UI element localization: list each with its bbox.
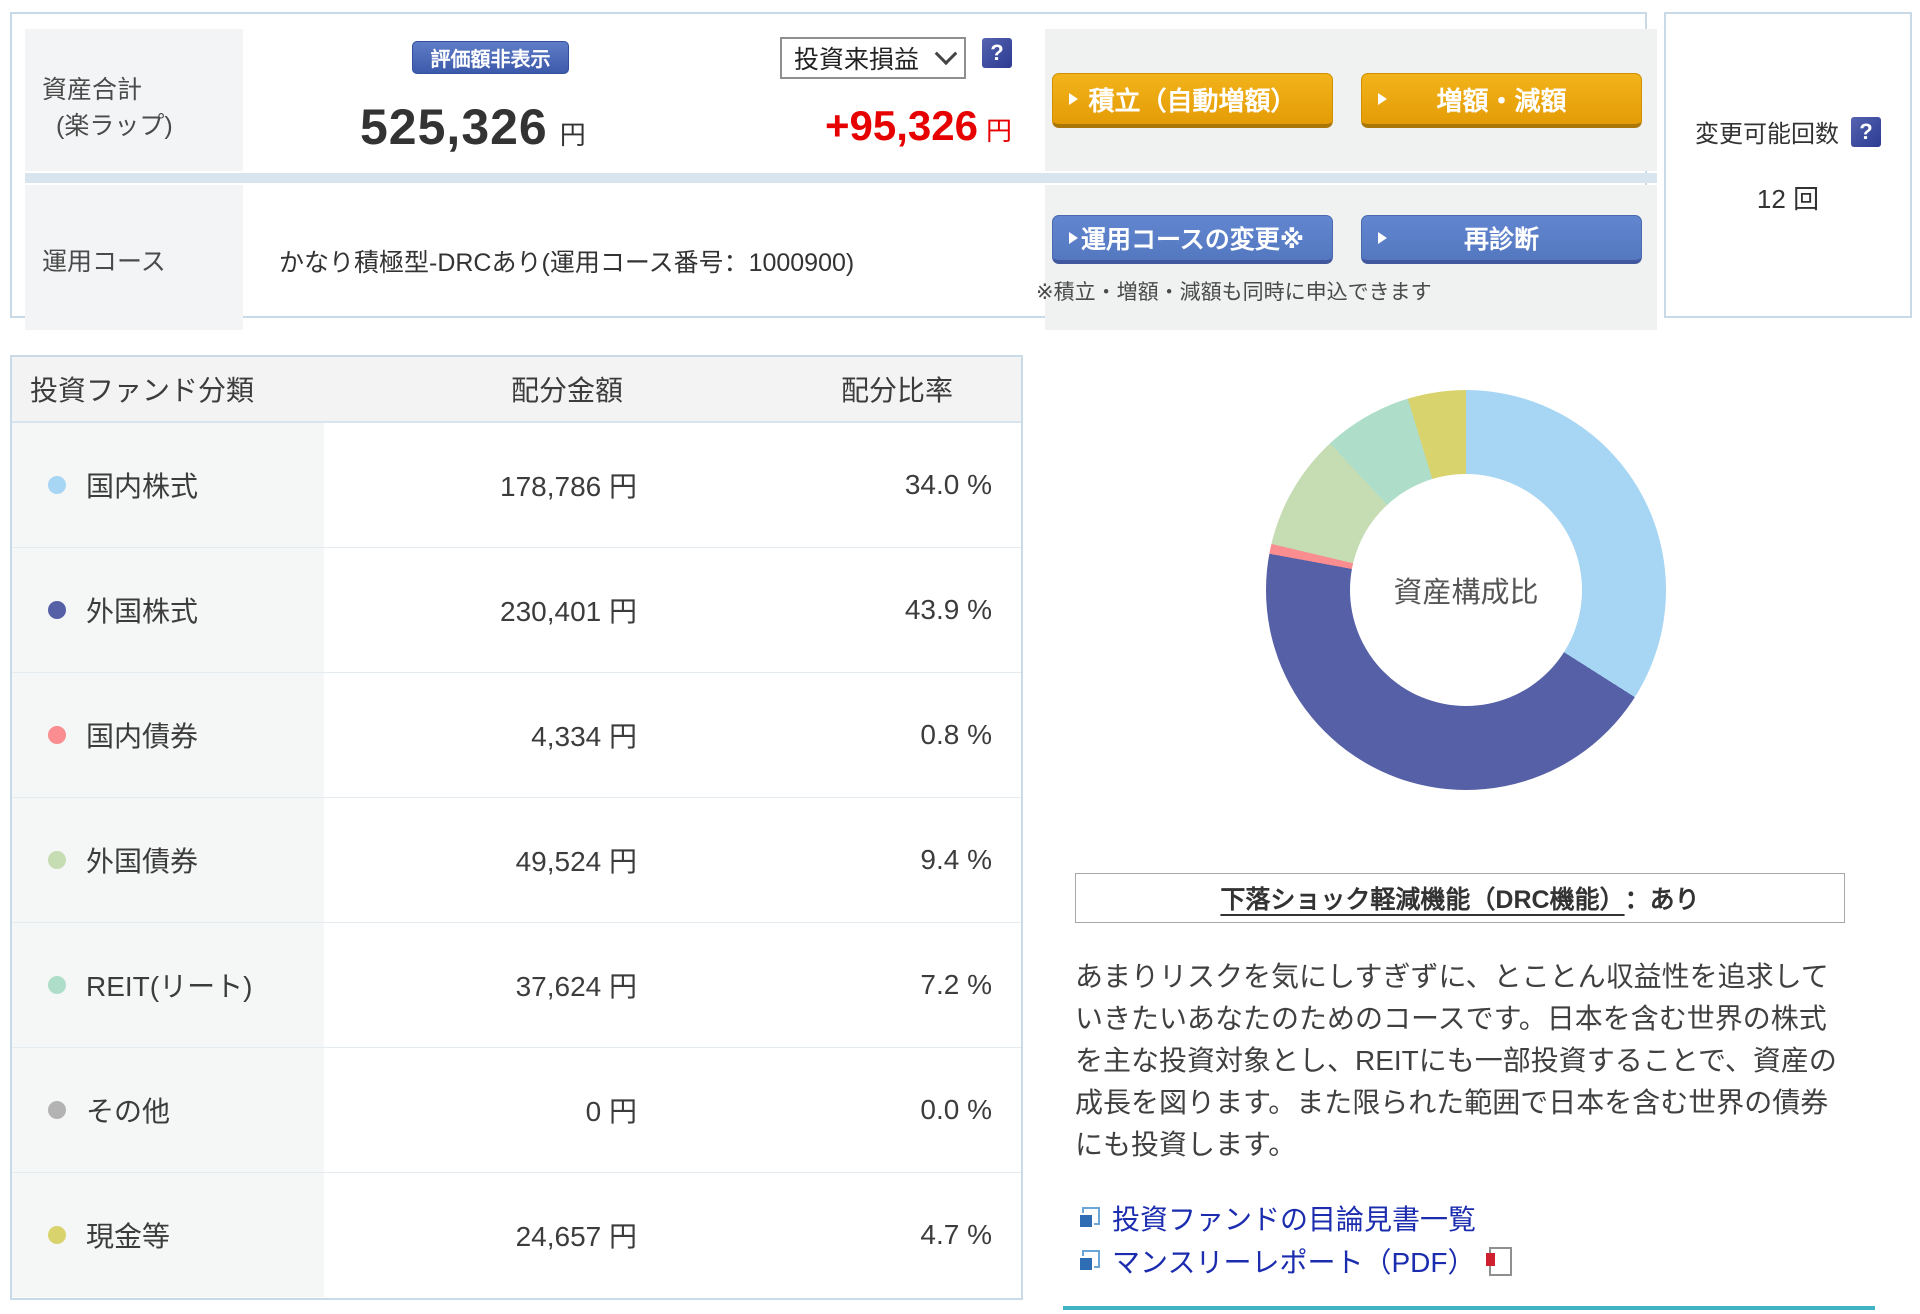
profit-loss: +95,326 円 (772, 102, 1012, 150)
play-arrow-icon (1069, 232, 1078, 244)
row-label: 外国債券 (86, 798, 198, 922)
course-value: かなり積極型-DRCあり(運用コース番号：1000900) (279, 243, 854, 279)
apply-note: ※積立・増額・減額も同時に申込できます (1036, 276, 1432, 306)
asset-total-value: 525,326 (360, 99, 548, 155)
row-ratio: 9.4 % (752, 798, 992, 922)
row-amount: 230,401 円 (352, 548, 637, 672)
asset-total-label-line2: (楽ラップ) (56, 108, 173, 144)
external-link-icon (1078, 1250, 1100, 1272)
play-arrow-icon (1069, 93, 1078, 105)
row-amount: 0 円 (352, 1048, 637, 1172)
drc-title: 下落ショック軽減機能（DRC機能） (1220, 880, 1624, 916)
legend-dot-icon (48, 1101, 66, 1119)
legend-dot-icon (48, 726, 66, 744)
row-amount: 4,334 円 (352, 673, 637, 797)
row-ratio: 7.2 % (752, 923, 992, 1047)
row-label: 現金等 (86, 1173, 170, 1297)
row-amount: 49,524 円 (352, 798, 637, 922)
drc-status: ：あり (1625, 880, 1700, 916)
row-ratio: 4.7 % (752, 1173, 992, 1297)
profit-loss-unit: 円 (986, 116, 1012, 146)
summary-panel: 資産合計 (楽ラップ) 評価額非表示 525,326 円 投資来損益 ? +95,… (10, 12, 1647, 318)
external-link-icon (1078, 1207, 1100, 1229)
pdf-icon[interactable] (1489, 1247, 1512, 1276)
allocation-table-header: 投資ファンド分類 配分金額 配分比率 (12, 357, 1021, 423)
row-ratio: 43.9 % (752, 548, 992, 672)
row-label: 国内債券 (86, 673, 198, 797)
donut-center-label: 資産構成比 (1393, 569, 1538, 611)
asset-donut-hole: 資産構成比 (1350, 474, 1582, 706)
course-label: 運用コース (42, 242, 166, 278)
asset-total-unit: 円 (560, 120, 586, 150)
row-amount: 37,624 円 (352, 923, 637, 1047)
rakuwrap-asset-page: 資産合計 (楽ラップ) 評価額非表示 525,326 円 投資来損益 ? +95,… (0, 0, 1920, 1314)
table-row: REIT(リート) 37,624 円 7.2 % (12, 923, 1021, 1048)
change-course-button[interactable]: 運用コースの変更※ (1052, 215, 1333, 264)
table-row: その他 0 円 0.0 % (12, 1048, 1021, 1173)
prospectus-link[interactable]: 投資ファンドの目論見書一覧 (1112, 1198, 1476, 1238)
header-amount: 配分金額 (442, 357, 692, 421)
monthly-report-link-row: マンスリーレポート（PDF） (1078, 1241, 1512, 1281)
legend-dot-icon (48, 1226, 66, 1244)
table-row: 外国株式 230,401 円 43.9 % (12, 548, 1021, 673)
profit-help-icon[interactable]: ? (982, 38, 1012, 68)
increase-decrease-button[interactable]: 増額・減額 (1361, 73, 1642, 128)
chevron-down-icon (935, 42, 958, 65)
change-count-value: 12 回 (1757, 179, 1819, 216)
row-ratio: 34.0 % (752, 423, 992, 547)
play-arrow-icon (1378, 93, 1387, 105)
table-row: 外国債券 49,524 円 9.4 % (12, 798, 1021, 923)
row-label: 外国株式 (86, 548, 198, 672)
section-divider (1063, 1306, 1875, 1310)
row-ratio: 0.8 % (752, 673, 992, 797)
asset-total: 525,326 円 (360, 98, 586, 156)
prospectus-link-row: 投資ファンドの目論見書一覧 (1078, 1198, 1476, 1238)
hide-valuation-button[interactable]: 評価額非表示 (412, 41, 569, 74)
table-row: 国内債券 4,334 円 0.8 % (12, 673, 1021, 798)
course-description: あまりリスクを気にしすぎずに、とことん収益性を追求して いきたいあなたのためのコ… (1075, 956, 1875, 1166)
asset-total-label: 資産合計 (楽ラップ) (42, 72, 173, 144)
profit-period-select[interactable]: 投資来損益 (780, 37, 966, 79)
tsumitate-button-label: 積立（自動増額） (1088, 81, 1296, 118)
legend-dot-icon (48, 851, 66, 869)
row-amount: 178,786 円 (352, 423, 637, 547)
asset-donut: 資産構成比 (1266, 390, 1666, 790)
row-separator (25, 173, 1657, 183)
legend-dot-icon (48, 976, 66, 994)
row-label: その他 (86, 1048, 170, 1172)
table-row: 現金等 24,657 円 4.7 % (12, 1173, 1021, 1297)
header-fund-class: 投資ファンド分類 (30, 357, 254, 421)
change-course-button-label: 運用コースの変更※ (1081, 220, 1304, 256)
legend-dot-icon (48, 601, 66, 619)
change-count-help-icon[interactable]: ? (1851, 117, 1881, 147)
change-count-box: 変更可能回数 ? 12 回 (1664, 12, 1912, 318)
legend-dot-icon (48, 476, 66, 494)
row-ratio: 0.0 % (752, 1048, 992, 1172)
drc-feature-box: 下落ショック軽減機能（DRC機能）：あり (1075, 873, 1845, 923)
row-label: REIT(リート) (86, 923, 252, 1047)
asset-total-label-line1: 資産合計 (42, 72, 173, 108)
row-label: 国内株式 (86, 423, 198, 547)
rediagnose-button[interactable]: 再診断 (1361, 215, 1642, 264)
allocation-table: 投資ファンド分類 配分金額 配分比率 国内株式 178,786 円 34.0 %… (10, 355, 1023, 1300)
play-arrow-icon (1378, 232, 1387, 244)
table-row: 国内株式 178,786 円 34.0 % (12, 423, 1021, 548)
header-ratio: 配分比率 (777, 357, 1017, 421)
row-amount: 24,657 円 (352, 1173, 637, 1297)
rediagnose-button-label: 再診断 (1464, 220, 1539, 256)
profit-loss-value: +95,326 (825, 102, 978, 149)
change-count-label: 変更可能回数 (1695, 114, 1839, 149)
profit-period-value: 投資来損益 (794, 40, 919, 76)
tsumitate-button[interactable]: 積立（自動増額） (1052, 73, 1333, 128)
increase-decrease-button-label: 増額・減額 (1436, 81, 1566, 118)
monthly-report-link[interactable]: マンスリーレポート（PDF） (1112, 1241, 1475, 1281)
